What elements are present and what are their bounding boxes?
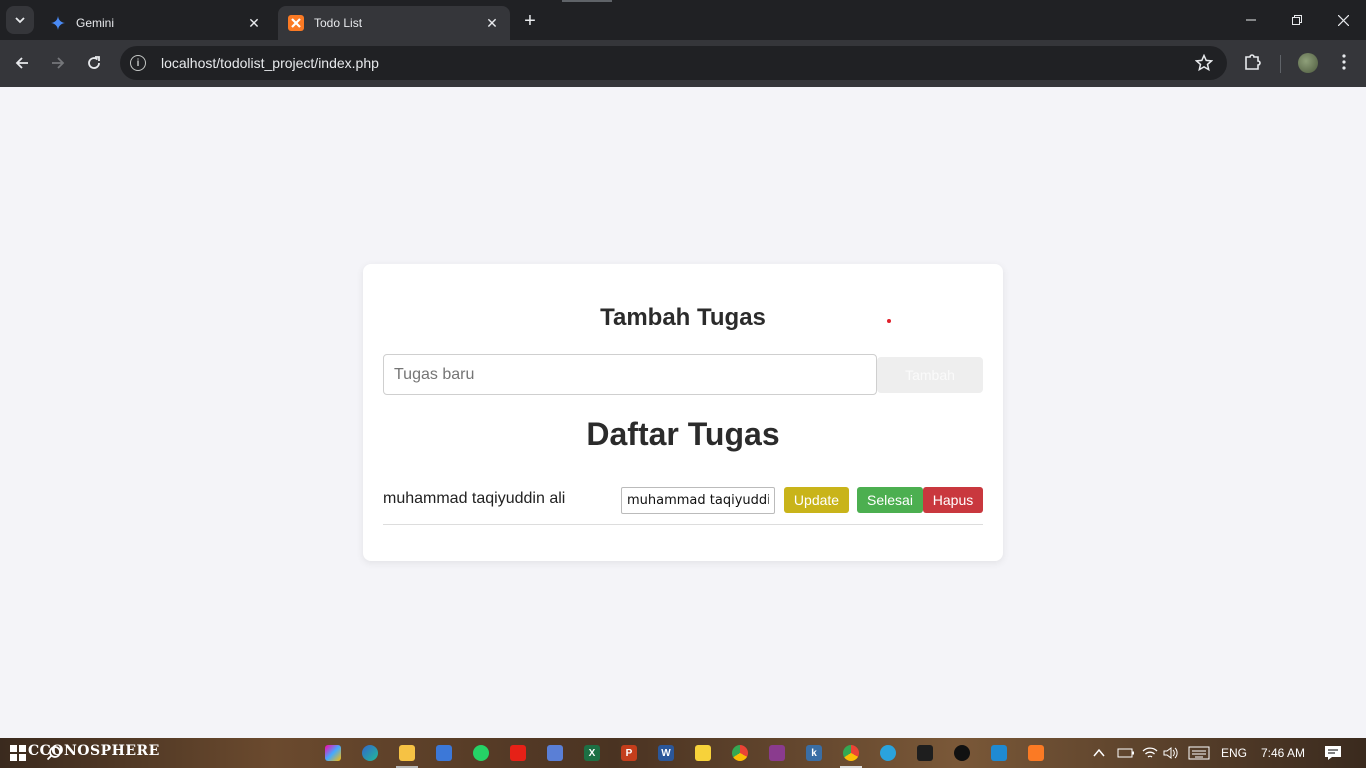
site-info-icon[interactable]: i bbox=[130, 55, 146, 71]
tab-todo-list[interactable]: Todo List ✕ bbox=[278, 6, 510, 40]
winrar-icon[interactable] bbox=[769, 745, 785, 761]
sticky-notes-icon[interactable] bbox=[695, 745, 711, 761]
toolbar-separator bbox=[1280, 55, 1281, 73]
back-button[interactable] bbox=[8, 49, 36, 77]
arrow-left-icon bbox=[15, 57, 28, 69]
word-icon[interactable]: W bbox=[658, 745, 674, 761]
wifi-icon[interactable] bbox=[1142, 746, 1158, 760]
task-row: muhammad taqiyuddin ali Update Selesai H… bbox=[383, 484, 983, 525]
more-vert-icon[interactable] bbox=[1334, 52, 1354, 72]
telegram-icon[interactable] bbox=[880, 745, 896, 761]
windows-taskbar: CCONOSPHERE X P W k ENG 7:46 AM bbox=[0, 738, 1366, 768]
k-app-icon[interactable]: k bbox=[806, 745, 822, 761]
forward-button[interactable] bbox=[44, 49, 72, 77]
arrow-right-icon bbox=[52, 57, 65, 69]
edit-task-input[interactable] bbox=[621, 487, 775, 514]
extensions-puzzle-icon[interactable] bbox=[1242, 51, 1264, 73]
youtube-icon[interactable] bbox=[510, 745, 526, 761]
task-text: muhammad taqiyuddin ali bbox=[383, 490, 566, 507]
new-task-input[interactable] bbox=[383, 354, 877, 395]
cursor-dot bbox=[887, 319, 891, 323]
complete-task-button[interactable]: Selesai bbox=[857, 487, 923, 513]
tab-search-button[interactable] bbox=[6, 6, 34, 34]
reload-icon bbox=[88, 56, 100, 69]
page-viewport: Tambah Tugas Tambah Daftar Tugas muhamma… bbox=[0, 87, 1366, 738]
windows-start-icon[interactable] bbox=[10, 745, 26, 761]
edge-icon[interactable] bbox=[362, 745, 378, 761]
github-icon[interactable] bbox=[954, 745, 970, 761]
volume-icon[interactable] bbox=[1163, 746, 1179, 760]
store-icon[interactable] bbox=[436, 745, 452, 761]
bookmark-star-icon[interactable] bbox=[1195, 54, 1213, 72]
whatsapp-icon[interactable] bbox=[473, 745, 489, 761]
add-task-heading: Tambah Tugas bbox=[600, 304, 766, 331]
chrome-icon[interactable] bbox=[732, 745, 748, 761]
close-tab-icon[interactable]: ✕ bbox=[246, 15, 262, 31]
chrome-active-icon[interactable] bbox=[843, 745, 859, 761]
todo-card: Tambah Tugas Tambah Daftar Tugas muhamma… bbox=[363, 264, 1003, 561]
profile-avatar[interactable] bbox=[1298, 53, 1318, 73]
language-indicator[interactable]: ENG bbox=[1221, 746, 1247, 760]
browser-tab-strip: Gemini ✕ Todo List ✕ + bbox=[0, 0, 1366, 40]
minimize-button[interactable] bbox=[1228, 0, 1274, 40]
xampp-icon bbox=[288, 15, 304, 31]
excel-icon[interactable]: X bbox=[584, 745, 600, 761]
figma-icon[interactable] bbox=[917, 745, 933, 761]
powerpoint-icon[interactable]: P bbox=[621, 745, 637, 761]
delete-task-button[interactable]: Hapus bbox=[923, 487, 983, 513]
tab-title: Todo List bbox=[314, 16, 363, 30]
browser-toolbar: i localhost/todolist_project/index.php bbox=[0, 40, 1366, 87]
battery-icon[interactable] bbox=[1117, 747, 1135, 759]
minimize-icon bbox=[1246, 19, 1256, 21]
address-url: localhost/todolist_project/index.php bbox=[161, 55, 379, 71]
reload-button[interactable] bbox=[80, 49, 108, 77]
notifications-icon[interactable] bbox=[1324, 745, 1342, 761]
chevron-up-icon[interactable] bbox=[1092, 747, 1106, 759]
vscode-icon[interactable] bbox=[991, 745, 1007, 761]
update-task-button[interactable]: Update bbox=[784, 487, 849, 513]
chevron-down-icon bbox=[15, 17, 25, 24]
gemini-sparkle-icon bbox=[50, 15, 66, 31]
keyboard-icon[interactable] bbox=[1188, 746, 1210, 760]
tab-gemini[interactable]: Gemini ✕ bbox=[40, 6, 272, 40]
add-task-button[interactable]: Tambah bbox=[877, 357, 983, 393]
close-window-button[interactable] bbox=[1320, 0, 1366, 40]
clock[interactable]: 7:46 AM bbox=[1261, 746, 1305, 760]
tab-title: Gemini bbox=[76, 16, 115, 30]
close-tab-icon[interactable]: ✕ bbox=[484, 15, 500, 31]
restore-icon bbox=[1292, 15, 1302, 25]
address-bar[interactable]: i localhost/todolist_project/index.php bbox=[120, 46, 1227, 80]
restore-button[interactable] bbox=[1274, 0, 1320, 40]
file-explorer-icon[interactable] bbox=[399, 745, 415, 761]
tab-strip-indicator bbox=[562, 0, 612, 2]
search-icon[interactable] bbox=[46, 745, 62, 761]
xampp-taskbar-icon[interactable] bbox=[1028, 745, 1044, 761]
copilot-icon[interactable] bbox=[325, 745, 341, 761]
new-tab-button[interactable]: + bbox=[518, 9, 542, 33]
close-icon bbox=[1337, 14, 1349, 26]
task-list-heading: Daftar Tugas bbox=[586, 416, 780, 452]
keyboard-app-icon[interactable] bbox=[547, 745, 563, 761]
